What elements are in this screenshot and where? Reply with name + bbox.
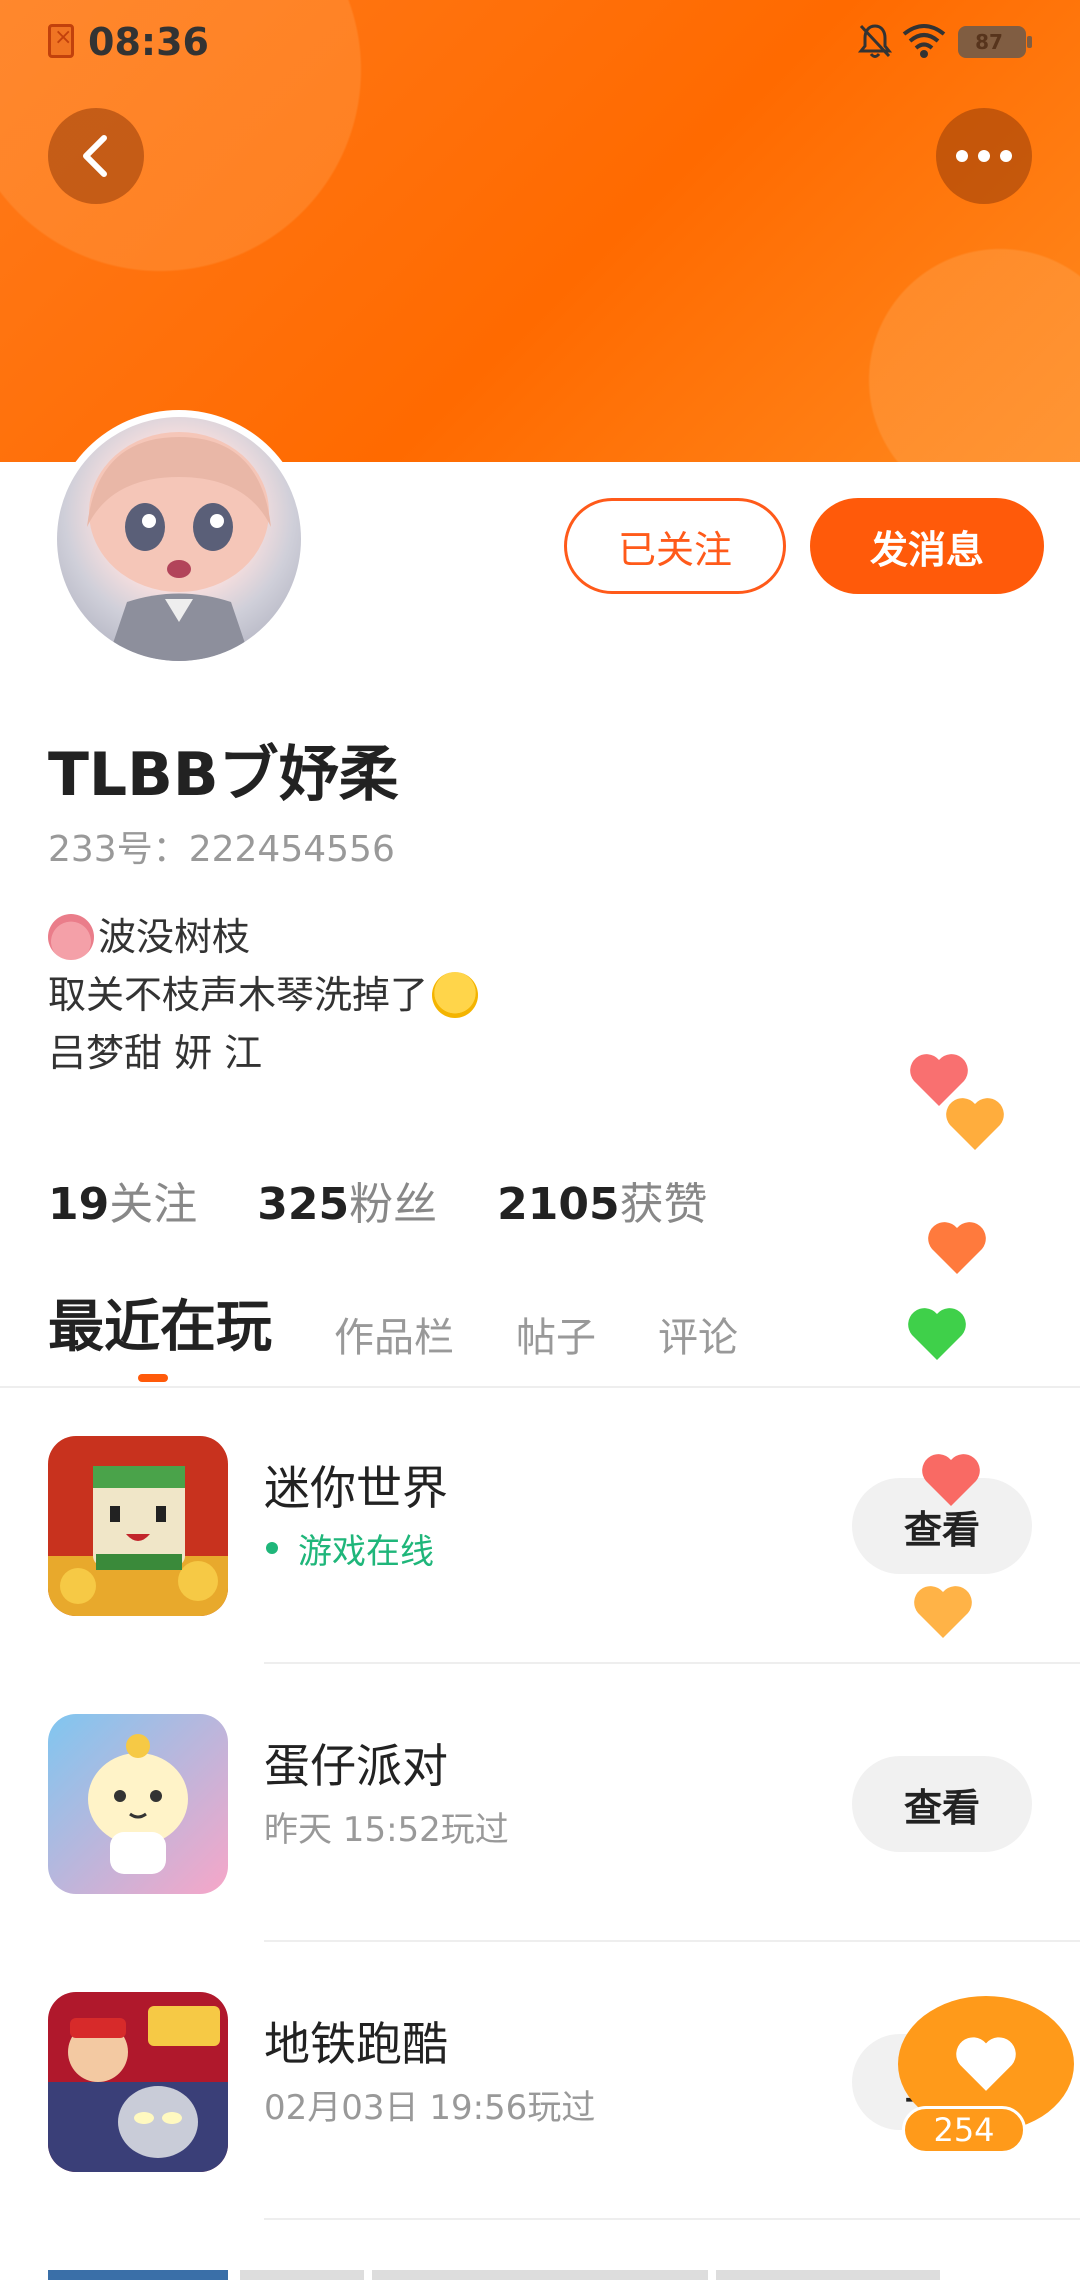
bio-line-text: 吕梦甜 妍 江	[48, 1031, 263, 1075]
divider	[264, 2218, 1080, 2220]
battery-level: 87	[975, 30, 1003, 54]
stat-label: 关注	[109, 1179, 198, 1230]
tab-works[interactable]: 作品栏	[334, 1305, 454, 1363]
floating-heart-icon	[914, 1586, 972, 1638]
battery-indicator: 87	[958, 26, 1032, 58]
more-options-button[interactable]	[936, 108, 1032, 204]
stat-value: 19	[48, 1179, 110, 1230]
stat-value: 2105	[497, 1179, 620, 1230]
floating-heart-icon	[928, 1222, 986, 1274]
chevron-left-icon	[83, 135, 107, 177]
game-last-played: 02月03日 19:56玩过	[264, 2088, 596, 2128]
bio: 波没树枝 取关不枝声木琴洗掉了 吕梦甜 妍 江	[48, 908, 482, 1082]
game-icon-subway-surfers	[48, 1992, 228, 2172]
stat-value: 325	[257, 1179, 350, 1230]
game-icon-mini-world	[48, 1436, 228, 1616]
tab-comments[interactable]: 评论	[658, 1305, 738, 1363]
game-name: 地铁跑酷	[264, 2017, 448, 2071]
no-sim-icon	[48, 24, 74, 58]
pig-emoji-icon	[48, 914, 94, 960]
next-item-preview	[716, 2270, 940, 2280]
next-item-preview	[372, 2270, 708, 2280]
more-icon	[956, 150, 1012, 162]
game-name: 迷你世界	[264, 1461, 448, 1515]
status-bar: 08:36 87	[0, 0, 1080, 90]
game-name: 蛋仔派对	[264, 1739, 448, 1793]
bio-line: 取关不枝声木琴洗掉了	[48, 966, 482, 1024]
clock: 08:36	[88, 20, 209, 64]
floating-heart-icon	[922, 1454, 980, 1506]
tab-recently-played[interactable]: 最近在玩	[48, 1282, 272, 1363]
game-icon-eggy-party	[48, 1714, 228, 1894]
avatar[interactable]	[50, 410, 308, 668]
avatar-image	[57, 417, 301, 661]
bio-line: 波没树枝	[48, 908, 482, 966]
game-last-played: 昨天 15:52玩过	[264, 1810, 509, 1850]
bell-muted-icon	[858, 24, 892, 58]
stat-fans[interactable]: 325粉丝	[257, 1168, 437, 1232]
back-button[interactable]	[48, 108, 144, 204]
stat-following[interactable]: 19关注	[48, 1168, 197, 1232]
user-id: 233号：222454556	[48, 829, 395, 870]
floating-heart-icon	[946, 1098, 1004, 1150]
bio-line: 吕梦甜 妍 江	[48, 1024, 482, 1082]
wifi-icon	[902, 24, 946, 58]
game-list-item[interactable]: 蛋仔派对 昨天 15:52玩过 查看	[0, 1664, 1080, 1942]
bio-line-text: 波没树枝	[98, 915, 251, 959]
game-status-online: 游戏在线	[264, 1524, 434, 1573]
active-tab-indicator	[138, 1374, 168, 1382]
next-item-preview	[240, 2270, 364, 2280]
tongue-face-emoji-icon	[432, 972, 479, 1018]
heart-icon	[956, 2037, 1016, 2091]
send-message-button[interactable]: 发消息	[810, 498, 1044, 594]
view-button[interactable]: 查看	[852, 1756, 1032, 1852]
tab-posts[interactable]: 帖子	[516, 1305, 596, 1363]
profile-tabs: 最近在玩 作品栏 帖子 评论	[48, 1282, 738, 1363]
following-button[interactable]: 已关注	[564, 498, 786, 594]
like-button[interactable]: 254	[898, 1996, 1074, 2154]
stat-likes[interactable]: 2105获赞	[497, 1168, 707, 1232]
stat-label: 获赞	[619, 1179, 708, 1230]
stat-label: 粉丝	[349, 1179, 438, 1230]
profile-stats: 19关注 325粉丝 2105获赞	[48, 1168, 708, 1232]
bio-line-text: 取关不枝声木琴洗掉了	[48, 973, 429, 1017]
like-count: 254	[902, 2106, 1026, 2154]
username: TLBBブ妤柔	[48, 740, 399, 810]
next-item-preview	[48, 2270, 228, 2280]
floating-heart-icon	[908, 1308, 966, 1360]
